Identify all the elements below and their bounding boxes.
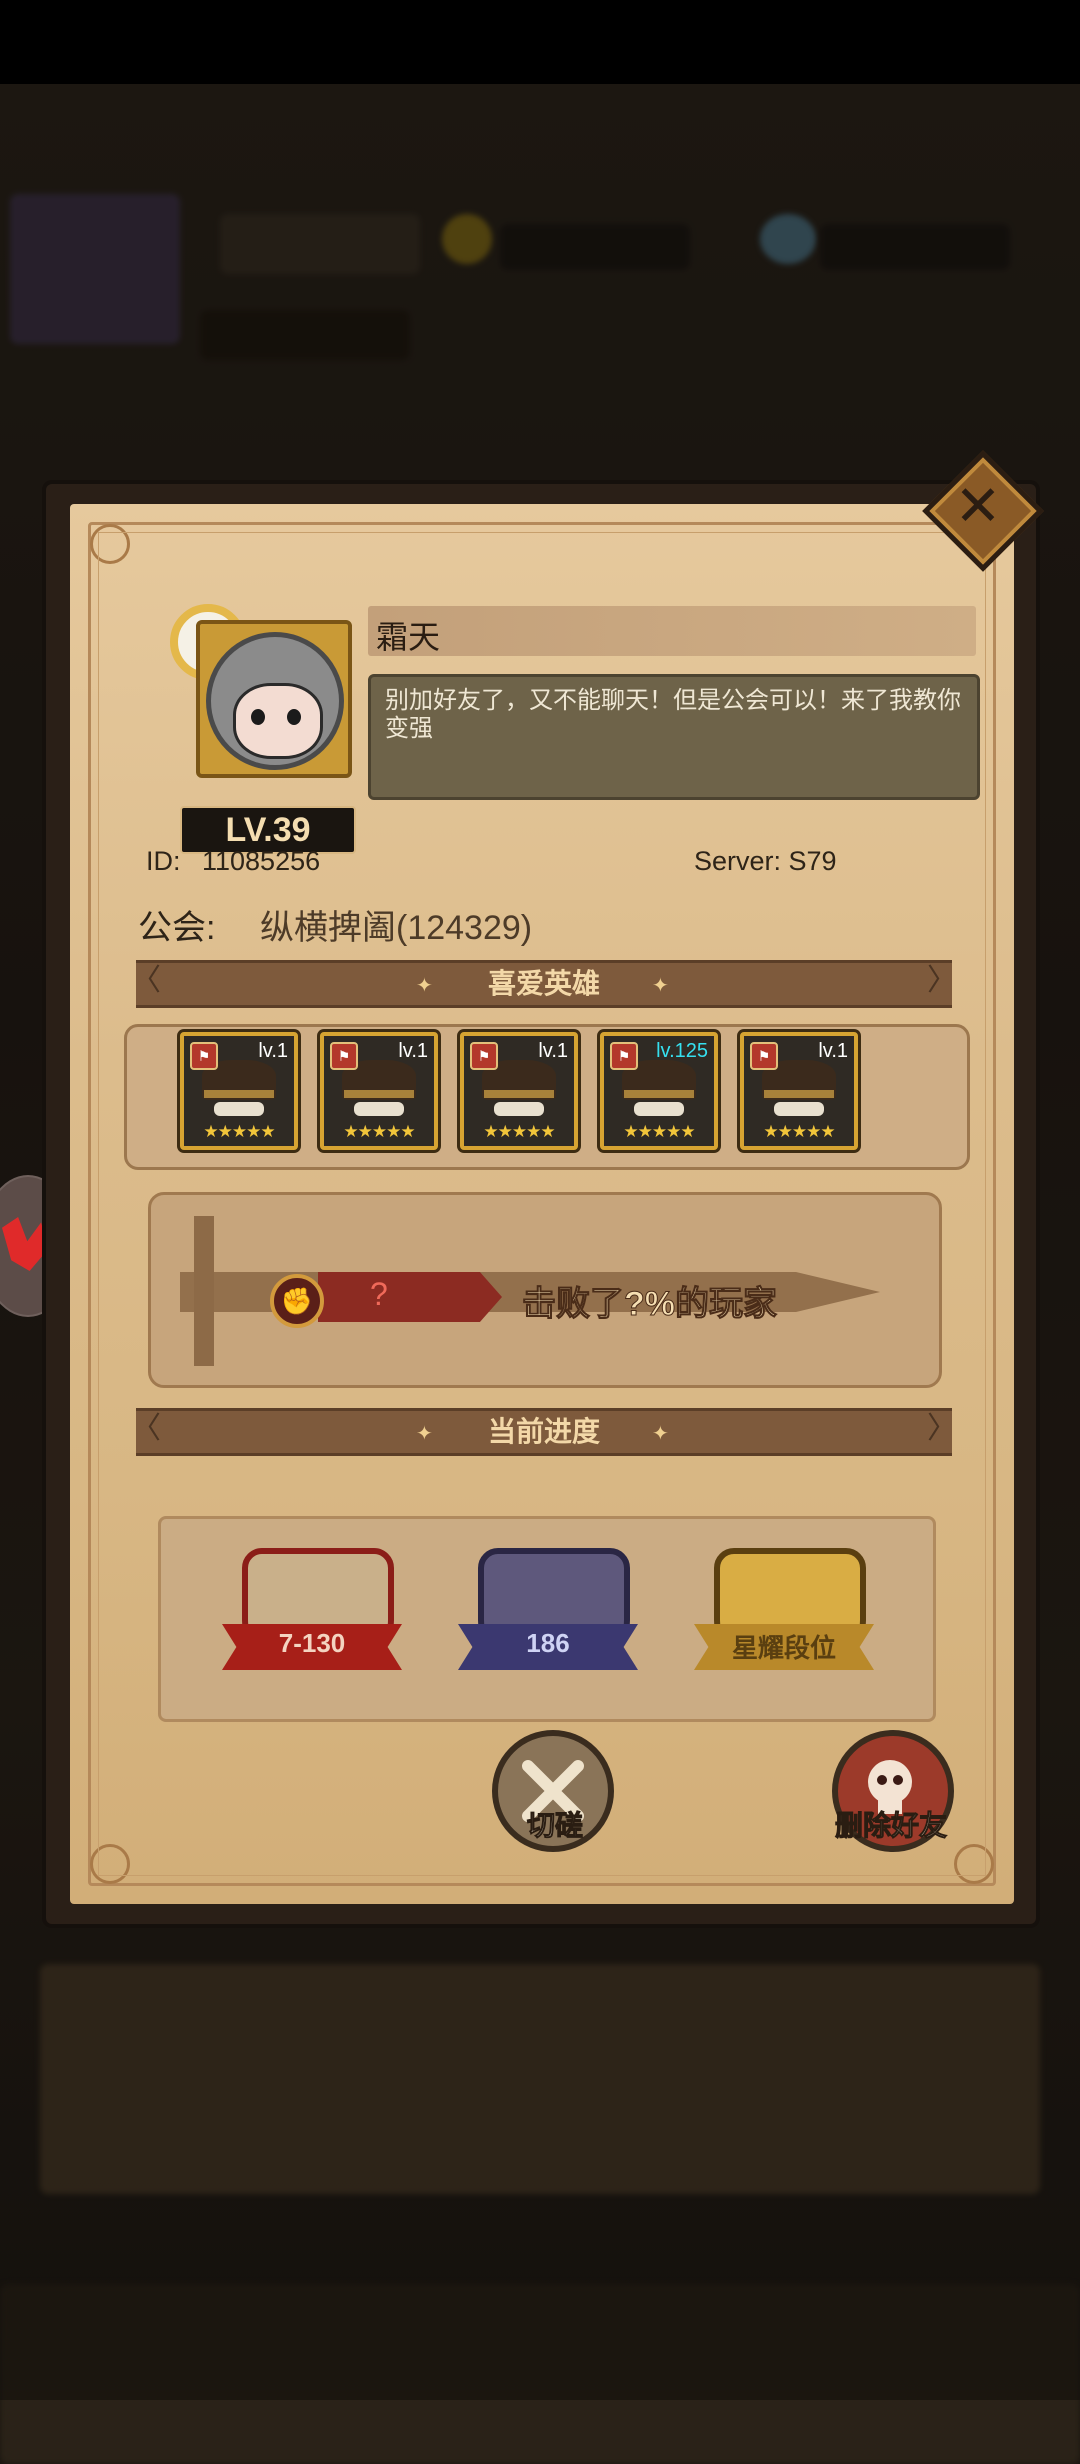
arena-tier-progress[interactable]: 星耀段位 <box>684 1538 884 1698</box>
campaign-stage: 7-130 <box>278 1628 346 1658</box>
hero-level: lv.1 <box>818 1040 848 1062</box>
ranking-panel <box>148 1192 942 1388</box>
player-signature-box: 别加好友了，又不能聊天！但是公会可以！来了我教你变强 <box>368 674 980 800</box>
sparkle-icon: ✦ <box>416 1423 433 1445</box>
sword-hilt-icon <box>194 1216 214 1366</box>
corner-ornament <box>90 1844 130 1884</box>
ribbon <box>222 1624 402 1670</box>
player-id-label: ID: <box>146 846 181 876</box>
player-name: 霜天 <box>376 619 441 655</box>
avatar-portrait <box>206 632 344 770</box>
avatar-frame <box>196 620 352 778</box>
progress-panel <box>158 1516 936 1722</box>
hero-class-icon: ⚑ <box>750 1042 778 1070</box>
hero-stars: ★★★★★ <box>203 1122 275 1141</box>
close-icon: ✕ <box>954 474 1002 537</box>
player-signature: 别加好友了，又不能聊天！但是公会可以！来了我教你变强 <box>385 687 961 742</box>
campaign-stage-progress[interactable]: 7-130 <box>212 1538 412 1698</box>
skull-icon <box>868 1760 912 1814</box>
hero-class-icon: ⚑ <box>330 1042 358 1070</box>
book-icon <box>242 1548 394 1660</box>
scroll-ornament-icon: 〈 <box>131 964 161 997</box>
corner-ornament <box>954 1844 994 1884</box>
sparkle-icon: ✦ <box>652 975 669 997</box>
arena-tier: 星耀段位 <box>731 1633 836 1663</box>
ribbon <box>458 1624 638 1670</box>
tower-floor: 186 <box>526 1628 570 1658</box>
hero-level: lv.1 <box>258 1040 288 1062</box>
halo-ring <box>170 604 246 680</box>
tower-floor-progress[interactable]: 186 <box>448 1538 648 1698</box>
hero-level: lv.1 <box>538 1040 568 1062</box>
delete-friend-label[interactable]: 删除好友 <box>806 1804 976 1844</box>
hero-level: lv.125 <box>656 1040 708 1062</box>
sparkle-icon: ✦ <box>416 975 433 997</box>
corner-ornament <box>90 524 130 564</box>
player-id: 11085256 <box>202 846 321 876</box>
current-progress-header: 〈 ✦ 当前进度 ✦ 〉 <box>131 1408 957 1456</box>
dialog-paper: LV.39 霜天 别加好友了，又不能聊天！但是公会可以！来了我教你变强 ID: … <box>70 504 1014 1904</box>
spar-label[interactable]: 切磋 <box>500 1804 610 1844</box>
scroll-ornament-icon: 〉 <box>927 1412 957 1445</box>
player-profile-dialog: LV.39 霜天 别加好友了，又不能聊天！但是公会可以！来了我教你变强 ID: … <box>46 450 1044 1924</box>
crossed-swords-icon <box>522 1760 584 1822</box>
hero-stars: ★★★★★ <box>343 1122 415 1141</box>
player-name-bar: 霜天 <box>368 606 976 656</box>
scroll-ornament-icon: 〉 <box>927 964 957 997</box>
hero-stars: ★★★★★ <box>763 1122 835 1141</box>
hero-card[interactable]: ⚑ lv.1 ★★★★★ <box>180 1032 298 1150</box>
section-title: 当前进度 <box>487 1416 600 1447</box>
hero-card[interactable]: ⚑ lv.1 ★★★★★ <box>460 1032 578 1150</box>
hero-card[interactable]: ⚑ lv.1 ★★★★★ <box>320 1032 438 1150</box>
hero-stars: ★★★★★ <box>483 1122 555 1141</box>
section-title: 喜爱英雄 <box>487 968 600 999</box>
defeated-percentage: 击败了?%的玩家 <box>522 1285 778 1324</box>
player-level-badge: LV.39 <box>180 806 356 854</box>
hero-level: lv.1 <box>398 1040 428 1062</box>
spar-button[interactable] <box>492 1730 614 1852</box>
ribbon <box>694 1624 874 1670</box>
rank-tag <box>318 1272 502 1322</box>
hero-class-icon: ⚑ <box>610 1042 638 1070</box>
scroll-ornament-icon: 〈 <box>131 1412 161 1445</box>
guild-name[interactable]: 纵横捭阖(124329) <box>260 900 532 949</box>
player-avatar[interactable] <box>170 604 352 784</box>
guild-label: 公会: <box>138 909 216 947</box>
sword-book-icon <box>478 1548 630 1660</box>
hero-stars: ★★★★★ <box>623 1122 695 1141</box>
fist-icon: ✊ <box>270 1274 324 1328</box>
claw-icon <box>2 1217 48 1271</box>
hero-class-icon: ⚑ <box>190 1042 218 1070</box>
hero-card[interactable]: ⚑ lv.125 ★★★★★ <box>600 1032 718 1150</box>
rank-value: ? <box>370 1276 388 1312</box>
sparkle-icon: ✦ <box>652 1423 669 1445</box>
hero-card[interactable]: ⚑ lv.1 ★★★★★ <box>740 1032 858 1150</box>
player-server: Server: S79 <box>694 846 837 876</box>
sword-banner <box>180 1272 880 1312</box>
favorite-heroes-panel <box>124 1024 970 1170</box>
hero-class-icon: ⚑ <box>470 1042 498 1070</box>
close-button[interactable]: ✕ <box>922 450 1044 572</box>
delete-friend-button[interactable] <box>832 1730 954 1852</box>
status-bar <box>0 0 1080 84</box>
crossed-swords-icon <box>714 1548 866 1660</box>
favorite-heroes-header: 〈 ✦ 喜爱英雄 ✦ 〉 <box>131 960 957 1008</box>
